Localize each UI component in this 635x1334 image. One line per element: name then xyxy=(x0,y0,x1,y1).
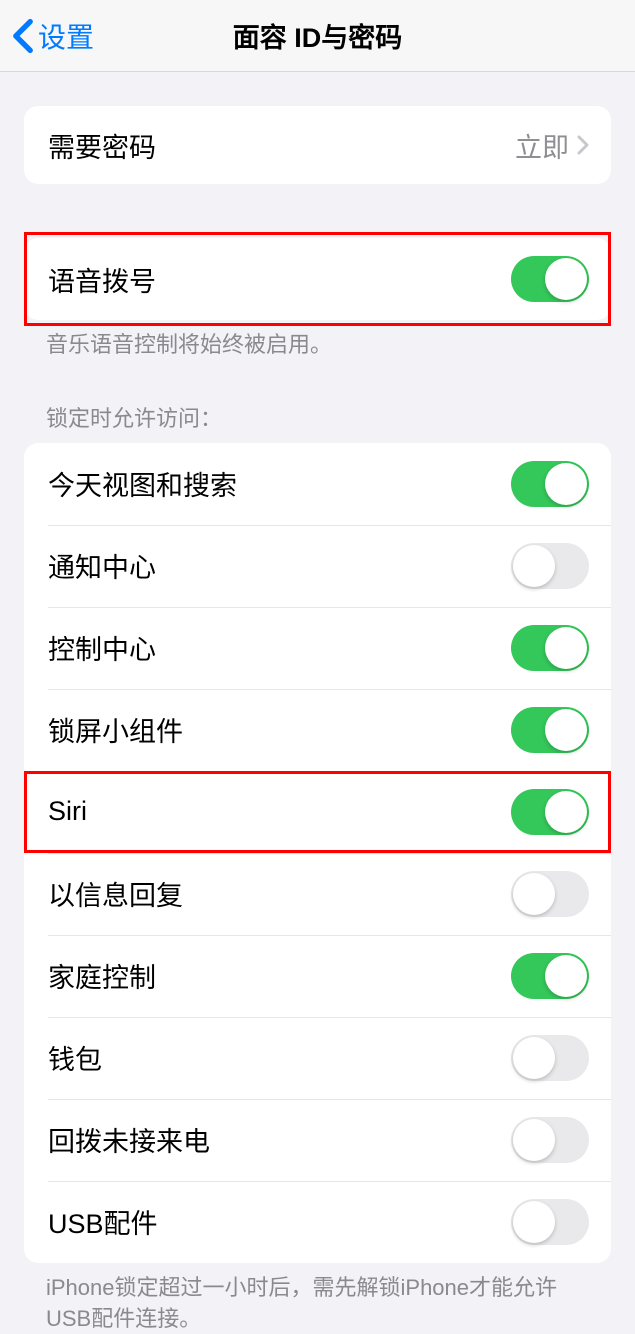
require-passcode-value-wrap: 立即 xyxy=(515,126,589,165)
require-passcode-row[interactable]: 需要密码 立即 xyxy=(24,106,611,184)
toggle-knob xyxy=(545,955,587,997)
lock-access-item-label: 通知中心 xyxy=(48,546,156,585)
lock-access-row: 今天视图和搜索 xyxy=(24,443,611,525)
lock-access-item-label: 钱包 xyxy=(48,1038,102,1077)
lock-access-toggle[interactable] xyxy=(511,461,589,507)
toggle-knob xyxy=(545,627,587,669)
lock-access-toggle[interactable] xyxy=(511,543,589,589)
toggle-knob xyxy=(545,709,587,751)
navigation-header: 设置 面容 ID与密码 xyxy=(0,0,635,72)
voice-dial-label: 语音拨号 xyxy=(48,260,156,299)
require-passcode-group: 需要密码 立即 xyxy=(24,106,611,184)
lock-access-item-label: 以信息回复 xyxy=(48,874,183,913)
chevron-left-icon xyxy=(12,18,34,54)
lock-access-toggle[interactable] xyxy=(511,871,589,917)
chevron-right-icon xyxy=(577,135,589,155)
lock-access-row: USB配件 xyxy=(24,1181,611,1263)
lock-access-item-label: 锁屏小组件 xyxy=(48,710,183,749)
voice-dial-footer: 音乐语音控制将始终被启用。 xyxy=(0,320,635,361)
toggle-knob xyxy=(513,873,555,915)
lock-access-row: 钱包 xyxy=(24,1017,611,1099)
toggle-knob xyxy=(545,463,587,505)
lock-access-row: 通知中心 xyxy=(24,525,611,607)
lock-access-footer: iPhone锁定超过一小时后，需先解锁iPhone才能允许USB配件连接。 xyxy=(0,1263,635,1334)
lock-access-toggle[interactable] xyxy=(511,707,589,753)
require-passcode-value: 立即 xyxy=(515,126,569,165)
toggle-knob xyxy=(513,1037,555,1079)
voice-dial-group: 语音拨号 xyxy=(24,238,611,320)
toggle-knob xyxy=(545,791,587,833)
lock-access-row: 回拨未接来电 xyxy=(24,1099,611,1181)
lock-access-item-label: USB配件 xyxy=(48,1202,158,1241)
lock-access-group: 今天视图和搜索通知中心控制中心锁屏小组件 Siri 以信息回复家庭控制钱包回拨未接来… xyxy=(24,443,611,1263)
lock-access-toggle[interactable] xyxy=(511,625,589,671)
voice-dial-toggle[interactable] xyxy=(511,256,589,302)
lock-access-row: 以信息回复 xyxy=(24,853,611,935)
lock-access-row: 锁屏小组件 xyxy=(24,689,611,771)
toggle-knob xyxy=(513,1119,555,1161)
lock-access-item-label: 回拨未接来电 xyxy=(48,1120,210,1159)
require-passcode-label: 需要密码 xyxy=(48,126,156,165)
lock-access-toggle[interactable] xyxy=(511,1199,589,1245)
back-button[interactable]: 设置 xyxy=(12,16,94,56)
lock-access-item-label: 控制中心 xyxy=(48,628,156,667)
lock-access-item-label: 今天视图和搜索 xyxy=(48,464,237,503)
lock-access-toggle[interactable] xyxy=(511,1035,589,1081)
lock-access-toggle[interactable] xyxy=(511,1117,589,1163)
back-label: 设置 xyxy=(38,16,94,56)
lock-access-row: Siri xyxy=(24,771,611,853)
lock-access-toggle[interactable] xyxy=(511,953,589,999)
toggle-knob xyxy=(513,545,555,587)
voice-dial-row: 语音拨号 xyxy=(24,238,611,320)
lock-access-item-label: Siri xyxy=(48,796,87,827)
lock-access-row: 控制中心 xyxy=(24,607,611,689)
lock-access-header: 锁定时允许访问： xyxy=(0,401,635,443)
toggle-knob xyxy=(545,258,587,300)
lock-access-toggle[interactable] xyxy=(511,789,589,835)
lock-access-row: 家庭控制 xyxy=(24,935,611,1017)
page-title: 面容 ID与密码 xyxy=(233,16,403,55)
lock-access-item-label: 家庭控制 xyxy=(48,956,156,995)
toggle-knob xyxy=(513,1201,555,1243)
